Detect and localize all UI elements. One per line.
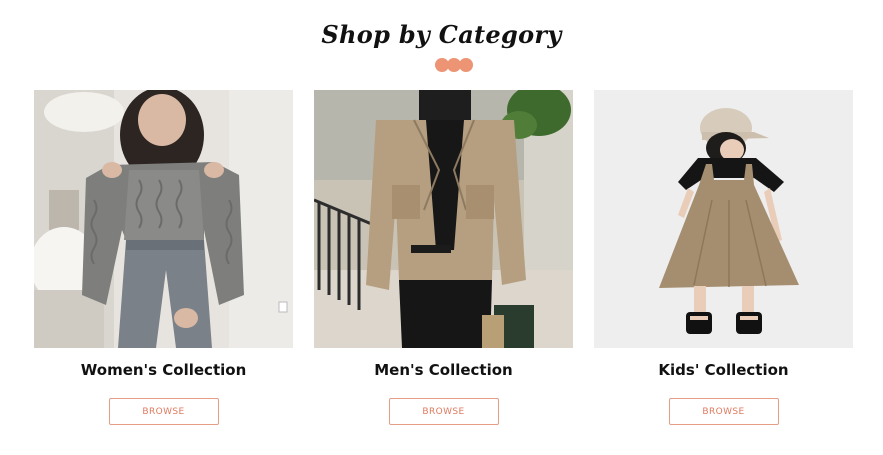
category-title: Kids' Collection [658,361,789,379]
section-title: Shop by Category [321,20,562,49]
divider-dot [459,58,473,72]
category-card-women: Women's Collection BROWSE [34,90,293,425]
shop-by-category-section: Shop by Category Women's Collection BROW… [0,0,883,455]
category-card-men: Men's Collection BROWSE [314,90,573,425]
browse-button[interactable]: BROWSE [108,398,219,425]
browse-button[interactable]: BROWSE [388,398,499,425]
category-card-kids: Kids' Collection BROWSE [594,90,853,425]
category-title: Women's Collection [80,361,247,379]
men-collection-image[interactable] [314,90,573,348]
kids-collection-image[interactable] [594,90,853,348]
browse-button[interactable]: BROWSE [668,398,779,425]
women-collection-image[interactable] [34,90,293,348]
category-title: Men's Collection [374,361,513,379]
title-divider-dots [435,58,475,72]
